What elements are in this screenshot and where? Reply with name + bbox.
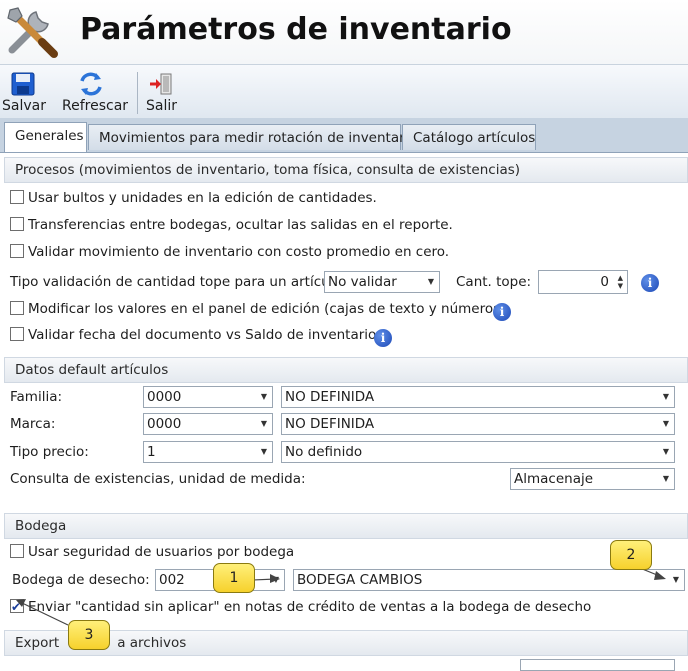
exit-door-icon (150, 73, 172, 95)
checkbox-row-modificar[interactable]: Modificar los valores en el panel de edi… (10, 298, 510, 320)
chevron-down-icon: ▼ (662, 447, 669, 456)
tipo-precio-label: Tipo precio: (10, 444, 89, 460)
checkbox-label: Modificar los valores en el panel de edi… (28, 301, 510, 317)
tipo-validacion-select[interactable]: No validar ▼ (324, 271, 440, 293)
checkbox-label: Usar bultos y unidades en la edición de … (28, 190, 377, 206)
checkbox-bultos[interactable] (10, 190, 24, 204)
toolbar: Salvar Refrescar Salir (0, 64, 688, 120)
cant-tope-value: 0 (600, 274, 609, 290)
callout-marker-1: 1 (213, 563, 255, 593)
window-header: Parámetros de inventario (0, 0, 688, 64)
info-icon[interactable]: i (374, 329, 392, 347)
checkbox-enviar-cantidad[interactable] (10, 596, 24, 618)
checkbox-modificar[interactable] (10, 301, 24, 315)
chevron-down-icon: ▼ (672, 575, 679, 584)
exit-button[interactable]: Salir (144, 65, 180, 119)
tipo-precio-code-value: 1 (147, 444, 156, 460)
checkbox-row-enviar[interactable]: Enviar "cantidad sin aplicar" en notas d… (10, 596, 591, 618)
unidad-medida-value: Almacenaje (514, 471, 594, 487)
checkbox-label: Transferencias entre bodegas, ocultar la… (28, 217, 453, 233)
info-icon[interactable]: i (493, 303, 511, 321)
chevron-down-icon: ▼ (272, 575, 279, 584)
tab-movimientos-rotacion[interactable]: Movimientos para medir rotación de inven… (88, 124, 417, 150)
page-title: Parámetros de inventario (80, 12, 512, 47)
cant-tope-label: Cant. tope: (456, 274, 532, 290)
checkbox-label: Enviar "cantidad sin aplicar" en notas d… (28, 599, 592, 615)
chevron-down-icon: ▼ (260, 447, 267, 456)
marca-label: Marca: (10, 416, 56, 432)
spin-up-icon[interactable]: ▲ (618, 275, 623, 282)
bodega-desecho-code-value: 002 (159, 572, 185, 588)
checkbox-row-seguridad[interactable]: Usar seguridad de usuarios por bodega (10, 541, 294, 563)
chevron-down-icon: ▼ (662, 419, 669, 428)
checkbox-validar-fecha[interactable] (10, 327, 24, 341)
checkbox-label: Usar seguridad de usuarios por bodega (28, 544, 295, 560)
tipo-precio-desc-select[interactable]: No definido ▼ (281, 441, 675, 463)
chevron-down-icon: ▼ (260, 419, 267, 428)
refresh-icon (80, 72, 102, 96)
chevron-down-icon: ▼ (427, 277, 434, 286)
familia-desc-value: NO DEFINIDA (285, 389, 375, 405)
group-header-bodega: Bodega (4, 513, 688, 539)
unidad-medida-select[interactable]: Almacenaje ▼ (510, 468, 675, 490)
checkbox-row-validar-fecha[interactable]: Validar fecha del documento vs Saldo de … (10, 324, 388, 346)
chevron-down-icon: ▼ (662, 392, 669, 401)
marca-desc-select[interactable]: NO DEFINIDA ▼ (281, 413, 675, 435)
familia-desc-select[interactable]: NO DEFINIDA ▼ (281, 386, 675, 408)
tools-icon (7, 7, 58, 58)
group-header-procesos: Procesos (movimientos de inventario, tom… (4, 157, 688, 183)
exportar-header-part1: Export (15, 635, 60, 651)
refresh-label: Refrescar (62, 98, 129, 114)
checkbox-label: Validar fecha del documento vs Saldo de … (28, 327, 388, 343)
exportar-header-part2: a archivos (117, 635, 187, 651)
floppy-disk-icon (11, 72, 35, 96)
cant-tope-stepper[interactable]: 0 ▲ ▼ (538, 270, 628, 294)
exportar-partial-field[interactable] (520, 659, 675, 671)
checkbox-label: Validar movimiento de inventario con cos… (28, 244, 450, 260)
tipo-validacion-label: Tipo validación de cantidad tope para un… (10, 274, 347, 290)
familia-code-value: 0000 (147, 389, 182, 405)
info-icon[interactable]: i (641, 274, 659, 292)
tipo-precio-code-select[interactable]: 1 ▼ (143, 441, 273, 463)
tipo-validacion-value: No validar (328, 274, 397, 290)
group-header-datos-default: Datos default artículos (4, 357, 688, 383)
bodega-desecho-label: Bodega de desecho: (12, 572, 150, 588)
consulta-existencias-label: Consulta de existencias, unidad de medid… (10, 471, 306, 487)
save-button[interactable]: Salvar (0, 65, 46, 119)
marca-code-value: 0000 (147, 416, 182, 432)
checkbox-row-costo-cero[interactable]: Validar movimiento de inventario con cos… (10, 241, 449, 263)
save-label: Salvar (2, 98, 46, 114)
tab-generales[interactable]: Generales (4, 122, 87, 152)
chevron-down-icon: ▼ (662, 474, 669, 483)
tab-catalogo-articulos[interactable]: Catálogo artículos (402, 124, 536, 150)
checkbox-row-bultos[interactable]: Usar bultos y unidades en la edición de … (10, 187, 377, 209)
checkbox-row-transferencias[interactable]: Transferencias entre bodegas, ocultar la… (10, 214, 453, 236)
familia-code-select[interactable]: 0000 ▼ (143, 386, 273, 408)
checkbox-transferencias[interactable] (10, 217, 24, 231)
callout-marker-2: 2 (610, 540, 652, 570)
bodega-desecho-desc-select[interactable]: BODEGA CAMBIOS ▼ (293, 569, 685, 591)
spin-down-icon[interactable]: ▼ (618, 283, 623, 290)
toolbar-separator (137, 72, 138, 114)
refresh-button[interactable]: Refrescar (58, 65, 130, 119)
exit-label: Salir (146, 98, 178, 114)
marca-code-select[interactable]: 0000 ▼ (143, 413, 273, 435)
familia-label: Familia: (10, 389, 63, 405)
bodega-desecho-desc-value: BODEGA CAMBIOS (297, 572, 423, 588)
marca-desc-value: NO DEFINIDA (285, 416, 375, 432)
checkbox-seguridad-bodega[interactable] (10, 544, 24, 558)
checkbox-costo-cero[interactable] (10, 244, 24, 258)
tipo-precio-desc-value: No definido (285, 444, 363, 460)
chevron-down-icon: ▼ (260, 392, 267, 401)
callout-marker-3: 3 (68, 620, 110, 650)
